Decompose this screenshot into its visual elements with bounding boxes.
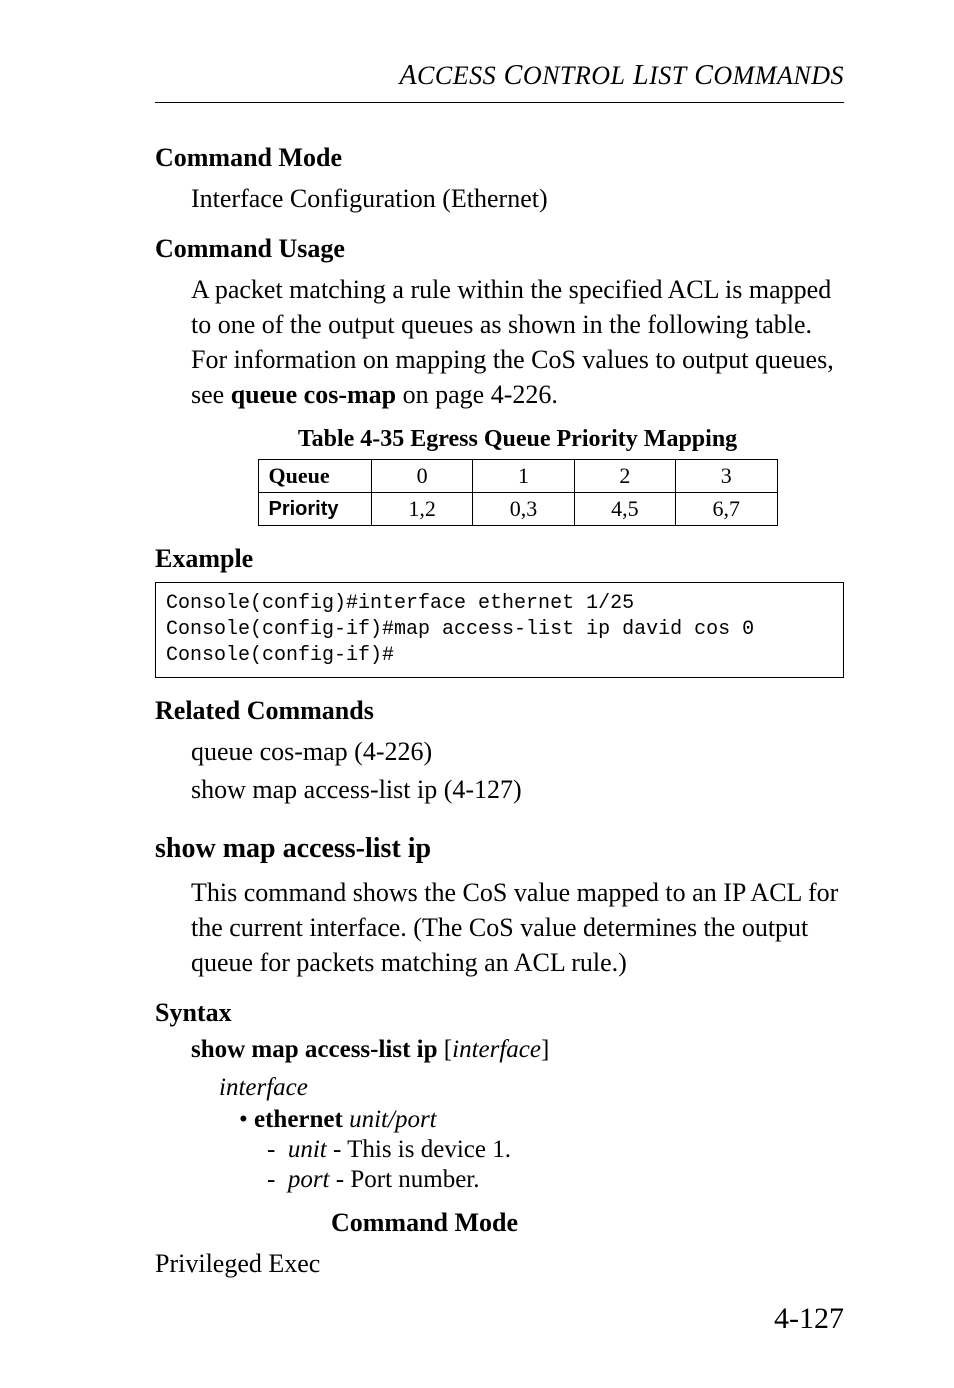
priority-cell-1: 0,3	[473, 493, 574, 526]
table-caption: Table 4-35 Egress Queue Priority Mapping	[191, 426, 844, 453]
table-row: Queue 0 1 2 3	[258, 460, 777, 493]
dash-port-rest: - Port number.	[330, 1166, 480, 1193]
interface-bullet-ethernet: ethernet unit/port unit - This is device…	[239, 1106, 844, 1194]
queue-cell-1: 1	[473, 460, 574, 493]
dash-unit: unit - This is device 1.	[267, 1136, 844, 1164]
dash-port: port - Port number.	[267, 1166, 844, 1194]
page-number: 4-127	[774, 1302, 844, 1336]
syntax-interface-ital: interface	[452, 1036, 541, 1063]
related-cmd-1: queue cos-map (4-226)	[191, 734, 844, 769]
command-mode-body: Interface Configuration (Ethernet)	[191, 181, 844, 216]
dash-port-ital: port	[288, 1166, 330, 1193]
rh-ccess: CCESS	[417, 61, 496, 90]
rh-c1: C	[496, 60, 523, 91]
syntax-line: show map access-list ip [interface]	[191, 1036, 844, 1064]
queue-row-head: Queue	[258, 460, 371, 493]
syntax-close-bracket: ]	[541, 1036, 549, 1063]
running-head: ACCESS CONTROL LIST COMMANDS	[155, 60, 844, 92]
queue-cell-3: 3	[676, 460, 777, 493]
queue-cell-0: 0	[371, 460, 472, 493]
bullet-unit-port-ital: unit/port	[349, 1106, 437, 1133]
cmd-usage-bold: queue cos-map	[231, 380, 396, 409]
queue-cell-2: 2	[574, 460, 675, 493]
syntax-open-bracket: [	[444, 1036, 452, 1063]
show-map-access-list-ip-heading: show map access-list ip	[155, 833, 844, 865]
example-code-block: Console(config)#interface ethernet 1/25 …	[155, 582, 844, 678]
rh-l: L	[626, 60, 650, 91]
interface-label: interface	[219, 1074, 844, 1102]
command-usage-heading: Command Usage	[155, 234, 844, 264]
priority-cell-2: 4,5	[574, 493, 675, 526]
table-row: Priority 1,2 0,3 4,5 6,7	[258, 493, 777, 526]
priority-row-head: Priority	[258, 493, 371, 526]
rh-ist: IST	[649, 61, 687, 90]
rh-c2: C	[687, 60, 714, 91]
command-usage-body: A packet matching a rule within the spec…	[191, 272, 844, 412]
command-mode-2-body: Privileged Exec	[155, 1246, 844, 1281]
show-map-access-list-ip-body: This command shows the CoS value mapped …	[191, 875, 844, 980]
interface-bullet-list: ethernet unit/port unit - This is device…	[239, 1106, 844, 1194]
interface-dash-list: unit - This is device 1. port - Port num…	[267, 1136, 844, 1194]
rh-ommands: OMMANDS	[713, 61, 844, 90]
bullet-ethernet-bold: ethernet	[254, 1106, 343, 1133]
dash-unit-rest: - This is device 1.	[327, 1136, 511, 1163]
command-mode-heading: Command Mode	[155, 143, 844, 173]
priority-cell-3: 6,7	[676, 493, 777, 526]
cmd-usage-text-2: on page 4-226.	[396, 380, 558, 409]
example-heading: Example	[155, 544, 844, 574]
egress-queue-table: Queue 0 1 2 3 Priority 1,2 0,3 4,5 6,7	[258, 459, 778, 526]
dash-unit-ital: unit	[288, 1136, 327, 1163]
syntax-heading: Syntax	[155, 998, 844, 1028]
priority-cell-0: 1,2	[371, 493, 472, 526]
syntax-bold: show map access-list ip	[191, 1036, 438, 1063]
related-cmd-2: show map access-list ip (4-127)	[191, 772, 844, 807]
rh-a: A	[399, 60, 417, 91]
command-mode-2-heading: Command Mode	[331, 1208, 844, 1238]
related-commands-heading: Related Commands	[155, 696, 844, 726]
header-rule	[155, 102, 844, 103]
rh-ontrol: ONTROL	[523, 61, 626, 90]
